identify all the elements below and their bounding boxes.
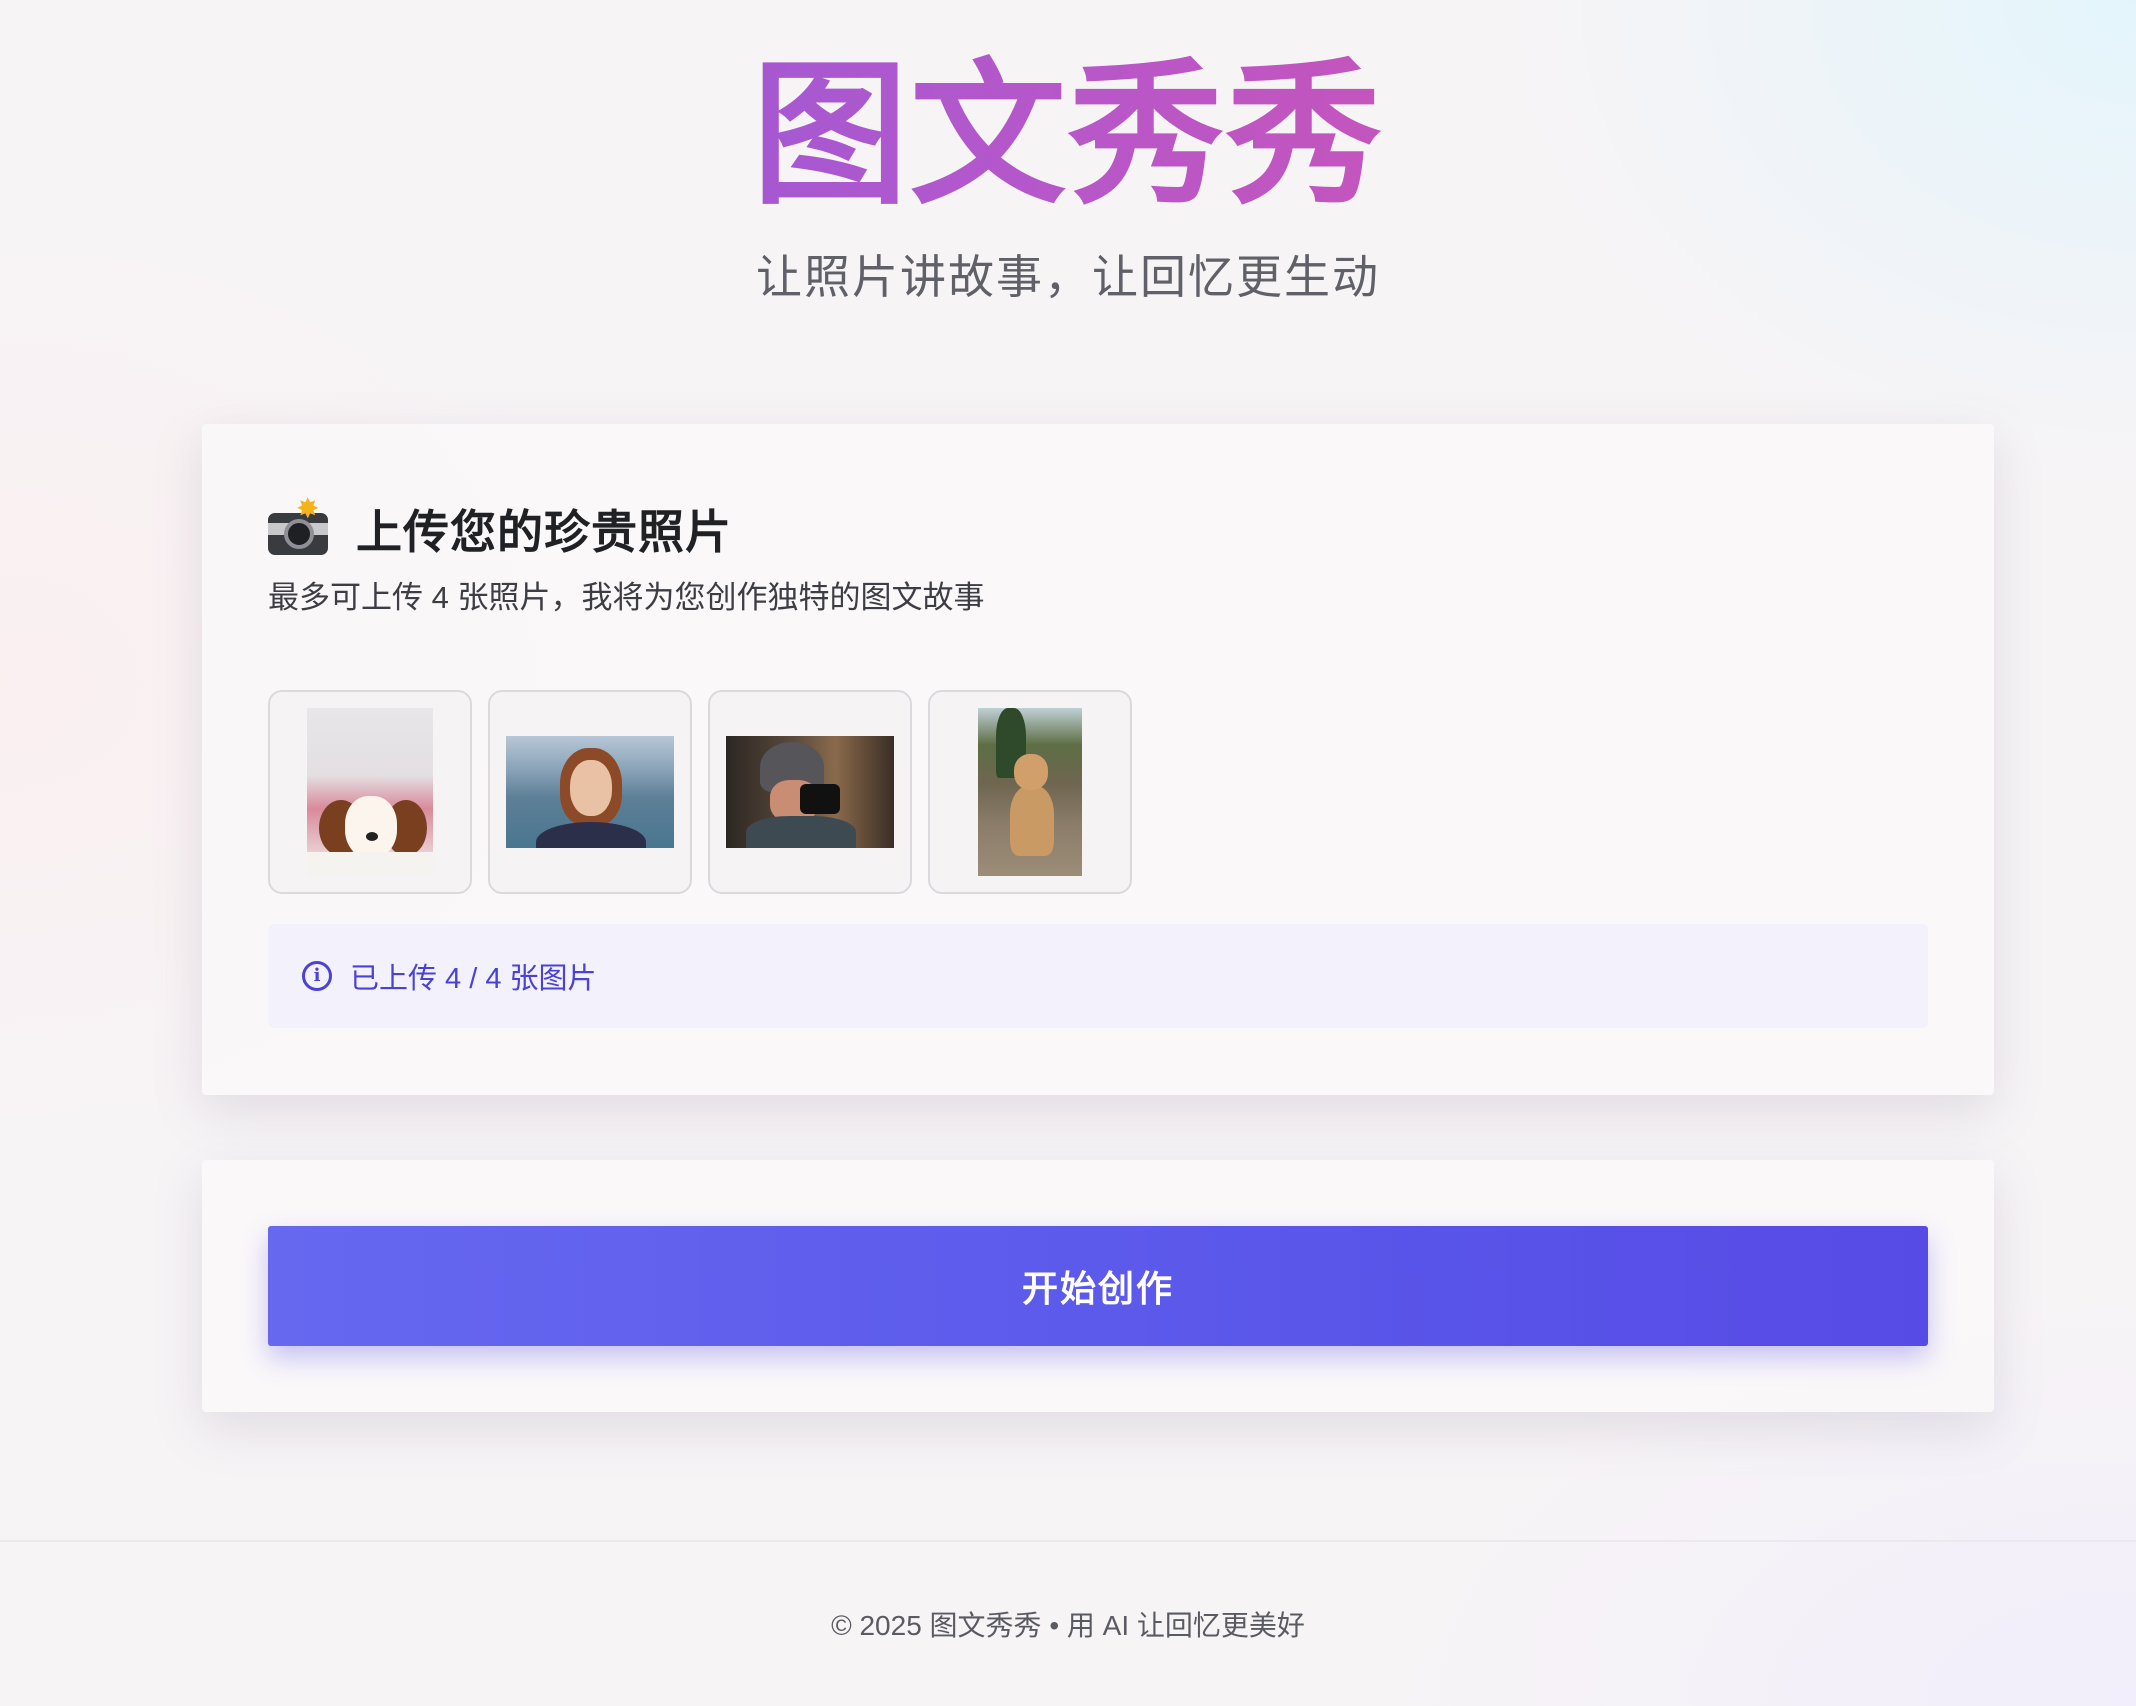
upload-status: i 已上传 4 / 4 张图片	[268, 924, 1928, 1028]
footer-divider	[0, 1540, 2136, 1542]
upload-description: 最多可上传 4 张照片，我将为您创作独特的图文故事	[268, 580, 985, 615]
camera-flash-icon: ✸	[268, 495, 330, 557]
upload-card: ✸ 上传您的珍贵照片 最多可上传 4 张照片，我将为您创作独特的图文故事 i 已…	[202, 424, 1994, 1095]
woman-portrait-photo	[506, 736, 674, 848]
photo-thumbnail-1[interactable]	[268, 690, 472, 894]
upload-status-text: 已上传 4 / 4 张图片	[350, 963, 597, 995]
photo-thumbnail-2[interactable]	[488, 690, 692, 894]
footer-text: © 2025 图文秀秀 • 用 AI 让回忆更美好	[831, 1610, 1305, 1641]
puppy-photo	[307, 708, 433, 876]
start-creating-button[interactable]: 开始创作	[268, 1226, 1928, 1346]
upload-title: 上传您的珍贵照片	[356, 506, 732, 558]
action-card: 开始创作	[202, 1160, 1994, 1412]
app-subtitle: 让照片讲故事，让回忆更生动	[756, 251, 1380, 303]
app-title: 图文秀秀	[0, 46, 2136, 226]
photo-thumbnail-4[interactable]	[928, 690, 1132, 894]
upload-heading: ✸ 上传您的珍贵照片	[268, 495, 732, 562]
photo-thumbnails	[268, 690, 1132, 894]
dog-photo	[978, 708, 1082, 876]
photographer-photo	[726, 736, 894, 848]
info-icon: i	[302, 961, 332, 991]
photo-thumbnail-3[interactable]	[708, 690, 912, 894]
